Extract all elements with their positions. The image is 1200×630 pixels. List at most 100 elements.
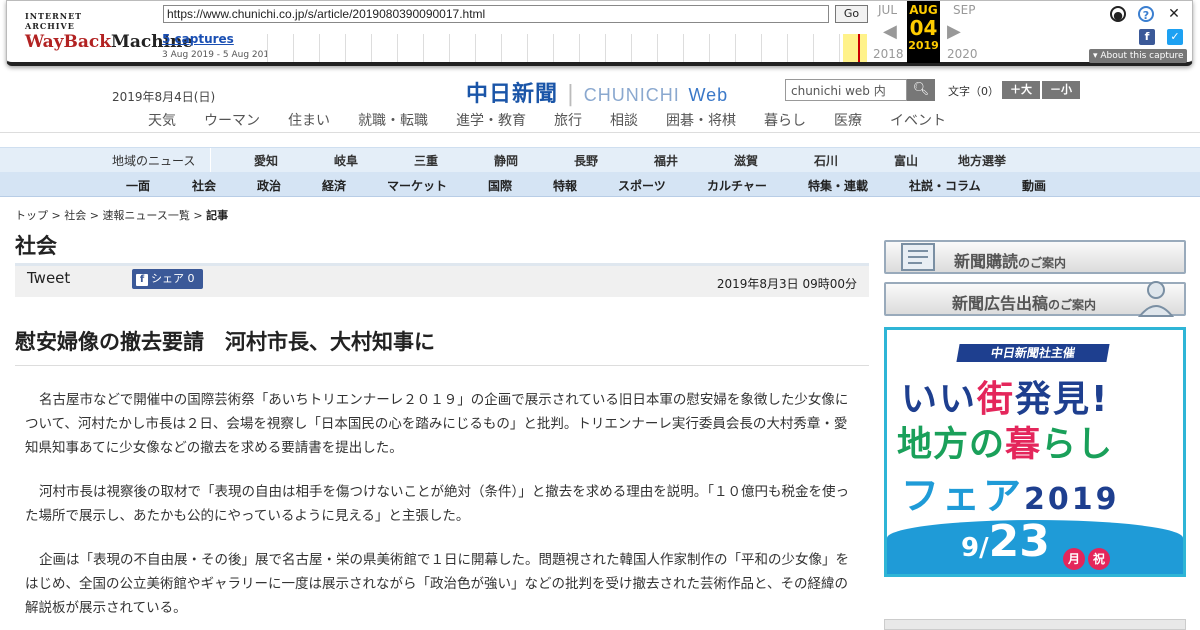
category-nav-item[interactable]: 社説・コラム: [909, 177, 981, 194]
wayback-about-button[interactable]: ▾ About this capture: [1089, 49, 1187, 63]
category-nav-item[interactable]: 一面: [126, 177, 150, 194]
category-nav-item[interactable]: スポーツ: [618, 177, 666, 194]
facebook-icon[interactable]: f: [1139, 29, 1155, 45]
facebook-share-button[interactable]: f シェア 0: [132, 269, 203, 289]
ad-line1-c: 発見!: [1015, 379, 1110, 420]
service-nav-item[interactable]: 進学・教育: [456, 110, 526, 130]
person-icon: [1137, 281, 1175, 317]
article-paragraph: 名古屋市などで開催中の国際芸術祭「あいちトリエンナーレ２０１９」の企画で展示され…: [25, 392, 849, 456]
wayback-go-button[interactable]: Go: [835, 5, 868, 23]
region-nav-item[interactable]: 地方選挙: [958, 152, 1006, 169]
category-nav-item[interactable]: 経済: [322, 177, 346, 194]
service-nav-item[interactable]: 就職・転職: [358, 110, 428, 130]
site-search-input[interactable]: chunichi web 内: [785, 79, 907, 101]
wayback-about-label: About this capture: [1100, 51, 1184, 61]
ad-line2-c: らし: [1041, 425, 1114, 465]
region-nav-item[interactable]: 静岡: [494, 152, 518, 169]
wayback-prev-arrow-icon[interactable]: ◀: [883, 21, 897, 42]
ad-line3-a: フェア: [901, 474, 1025, 518]
wayback-sparkline[interactable]: [267, 34, 867, 62]
region-nav-item[interactable]: 三重: [414, 152, 438, 169]
wayback-sparkline-current: [858, 34, 860, 62]
wayback-toolbar: INTERNET ARCHIVE WayBackMachine https://…: [6, 0, 1193, 66]
current-date: 2019年8月4日(日): [112, 90, 216, 104]
wayback-current-day: 04: [909, 16, 938, 40]
service-nav-item[interactable]: 住まい: [288, 110, 330, 130]
region-nav-item[interactable]: 福井: [654, 152, 678, 169]
wayback-current-date: AUG 04 2019: [907, 1, 940, 63]
region-nav-item[interactable]: 富山: [894, 152, 918, 169]
ad-line1-b: 街: [977, 379, 1016, 420]
facebook-icon: f: [136, 274, 148, 286]
category-nav-item[interactable]: 政治: [257, 177, 281, 194]
newspaper-icon: [901, 243, 935, 271]
search-button[interactable]: 🔍︎: [907, 79, 935, 101]
site-logo-en: CHUNICHI: [583, 85, 680, 105]
share-bar: Tweet f シェア 0 2019年8月3日 09時00分: [15, 263, 869, 297]
ad-holiday-mark: 祝: [1088, 548, 1110, 570]
tweet-button[interactable]: Tweet: [27, 269, 70, 287]
service-nav-item[interactable]: ウーマン: [204, 110, 260, 130]
service-nav: 天気 ウーマン 住まい 就職・転職 進学・教育 旅行 相談 囲碁・将棋 暮らし …: [0, 106, 1200, 133]
search-icon: 🔍︎: [912, 82, 930, 97]
breadcrumb-link[interactable]: 社会: [64, 209, 86, 222]
region-nav-item[interactable]: 愛知: [254, 152, 278, 169]
section-title: 社会: [15, 234, 57, 258]
region-nav-item[interactable]: 長野: [574, 152, 598, 169]
font-size-label: 文字（0）: [948, 85, 999, 98]
service-nav-item[interactable]: 医療: [834, 110, 862, 130]
subscription-banner[interactable]: 新聞購読のご案内: [884, 240, 1186, 274]
wayback-logo-top: INTERNET ARCHIVE: [25, 11, 83, 31]
region-nav-item[interactable]: 滋賀: [734, 152, 758, 169]
region-nav-item[interactable]: 石川: [814, 152, 838, 169]
category-nav-item[interactable]: 特報: [553, 177, 577, 194]
breadcrumb-current: 記事: [206, 209, 229, 222]
wayback-next-month: SEP: [953, 3, 976, 17]
breadcrumb-separator: >: [86, 209, 103, 222]
article-paragraph: 企画は「表現の不自由展・その後」展で名古屋・栄の県美術館で１日に開幕した。問題視…: [25, 552, 849, 616]
wayback-prev-month: JUL: [878, 3, 898, 17]
breadcrumb-separator: >: [48, 209, 65, 222]
service-nav-item[interactable]: 囲碁・将棋: [666, 110, 736, 130]
close-icon[interactable]: ✕: [1166, 6, 1182, 22]
ad-organizer: 中日新聞社主催: [956, 344, 1110, 362]
region-nav: 地域のニュース 愛知 岐阜 三重 静岡 長野 福井 滋賀 石川 富山 地方選挙: [0, 147, 1200, 173]
region-nav-item[interactable]: 岐阜: [334, 152, 358, 169]
ad-line2-a: 地方の: [897, 425, 1006, 465]
wayback-current-year: 2019: [908, 39, 939, 52]
fair-advertisement[interactable]: 中日新聞社主催 いい街発見! 地方の暮らし フェア2019 9/23 月 祝: [884, 327, 1186, 577]
category-nav-item[interactable]: 特集・連載: [808, 177, 868, 194]
category-nav-item[interactable]: 動画: [1022, 177, 1046, 194]
category-nav-item[interactable]: カルチャー: [707, 177, 767, 194]
advertising-banner[interactable]: 新聞広告出稿のご案内: [884, 281, 1186, 317]
wayback-logo[interactable]: INTERNET ARCHIVE WayBackMachine: [25, 11, 193, 52]
site-logo-ja: 中日新聞: [466, 82, 559, 107]
sidebar-widget: [884, 619, 1186, 630]
wayback-next-arrow-icon[interactable]: ▶: [947, 21, 961, 42]
font-bigger-button[interactable]: ＋大: [1002, 81, 1040, 99]
category-nav: 一面 社会 政治 経済 マーケット 国際 特報 スポーツ カルチャー 特集・連載…: [0, 172, 1200, 197]
help-icon[interactable]: ?: [1138, 6, 1154, 22]
category-nav-item[interactable]: マーケット: [387, 177, 447, 194]
service-nav-item[interactable]: 暮らし: [764, 110, 806, 130]
wayback-captures-link[interactable]: 5 captures: [162, 32, 234, 46]
ad-day-of-week: 月: [1063, 548, 1085, 570]
breadcrumb-link[interactable]: トップ: [15, 209, 48, 222]
service-nav-item[interactable]: 旅行: [554, 110, 582, 130]
wayback-capture-range: 3 Aug 2019 - 5 Aug 2019: [162, 50, 275, 60]
twitter-icon[interactable]: ✓: [1167, 29, 1183, 45]
user-icon[interactable]: ●: [1110, 6, 1126, 22]
category-nav-item[interactable]: 社会: [192, 177, 216, 194]
font-smaller-button[interactable]: －小: [1042, 81, 1080, 99]
region-nav-title: 地域のニュース: [112, 154, 196, 168]
wayback-next-year: 2020: [947, 47, 978, 61]
ad-line1-a: いい: [901, 379, 978, 420]
breadcrumb: トップ > 社会 > 速報ニュース一覧 > 記事: [15, 207, 228, 223]
service-nav-item[interactable]: 相談: [610, 110, 638, 130]
site-logo[interactable]: 中日新聞 | CHUNICHI Web: [466, 76, 728, 108]
wayback-url-input[interactable]: https://www.chunichi.co.jp/s/article/201…: [163, 5, 829, 23]
service-nav-item[interactable]: 天気: [148, 110, 176, 130]
breadcrumb-link[interactable]: 速報ニュース一覧: [102, 209, 189, 222]
service-nav-item[interactable]: イベント: [890, 110, 946, 130]
category-nav-item[interactable]: 国際: [488, 177, 512, 194]
